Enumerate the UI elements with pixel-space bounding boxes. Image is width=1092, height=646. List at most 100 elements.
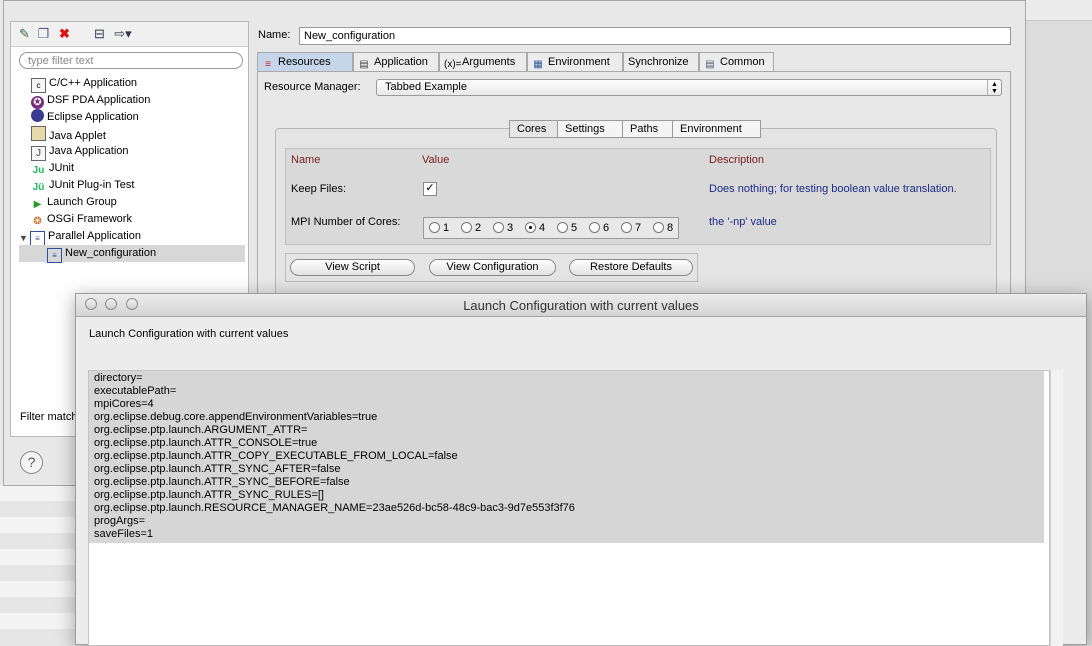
delete-icon[interactable]: ✖ <box>56 25 73 42</box>
config-line: org.eclipse.ptp.launch.ATTR_SYNC_BEFORE=… <box>94 476 350 488</box>
core-option-label: 7 <box>635 222 642 234</box>
subtab-environment[interactable]: Environment <box>672 120 761 138</box>
tab-arguments[interactable]: (x)=Arguments <box>439 52 527 71</box>
config-line: saveFiles=1 <box>94 528 154 540</box>
name-field[interactable]: New_configuration <box>299 27 1011 45</box>
tree-item-label: Parallel Application <box>48 230 141 242</box>
tab-label: Common <box>720 56 765 68</box>
subtab-paths[interactable]: Paths <box>622 120 673 138</box>
dialog-title: Launch Configuration with current values <box>463 298 699 313</box>
tab-environment[interactable]: ▦ Environment <box>527 52 623 71</box>
tab-label: Application <box>374 56 428 68</box>
c-app-icon: c <box>31 78 46 93</box>
column-header-value: Value <box>422 154 450 166</box>
column-header-name: Name <box>291 154 321 166</box>
tree-item-junit-plugin-test[interactable]: Jü JUnit Plug-in Test <box>31 177 135 194</box>
core-radio-6[interactable] <box>589 222 600 233</box>
tab-application[interactable]: ▤ Application <box>353 52 439 71</box>
config-line: org.eclipse.ptp.launch.ATTR_SYNC_AFTER=f… <box>94 463 341 475</box>
tab-common[interactable]: ▤ Common <box>699 52 774 71</box>
dialog-message: Launch Configuration with current values <box>89 328 289 340</box>
core-option-label: 5 <box>571 222 578 234</box>
eclipse-icon <box>31 109 44 122</box>
osgi-icon: ❂ <box>33 216 42 227</box>
core-option-label: 3 <box>507 222 514 234</box>
java-app-icon: J <box>31 146 46 161</box>
tree-item-java-application[interactable]: J Java Application <box>31 143 129 161</box>
config-line: directory= <box>94 372 143 384</box>
core-radio-5[interactable] <box>557 222 568 233</box>
vertical-scrollbar[interactable] <box>1050 370 1063 646</box>
config-values-text[interactable]: directory= executablePath= mpiCores=4 or… <box>88 370 1050 646</box>
restore-defaults-button[interactable]: Restore Defaults <box>569 259 693 276</box>
name-label: Name: <box>258 29 291 41</box>
keep-files-description: Does nothing; for testing boolean value … <box>709 183 957 195</box>
core-radio-7[interactable] <box>621 222 632 233</box>
select-arrows-icon: ▲ ▼ <box>987 80 1001 95</box>
config-line: executablePath= <box>94 385 177 397</box>
config-line: org.eclipse.ptp.launch.ATTR_CONSOLE=true <box>94 437 318 449</box>
help-icon[interactable]: ? <box>20 451 43 474</box>
resources-icon: ≡ <box>265 59 271 70</box>
tree-item-eclipse-application[interactable]: Eclipse Application <box>31 109 139 126</box>
tree-item-label: JUnit Plug-in Test <box>49 179 135 191</box>
tree-item-launch-group[interactable]: ▶ Launch Group <box>31 194 117 211</box>
dialog-titlebar: Launch Configuration with current values <box>76 294 1086 317</box>
tree-item-java-applet[interactable]: Java Applet <box>31 126 106 143</box>
keep-files-label: Keep Files: <box>291 183 347 195</box>
core-radio-8[interactable] <box>653 222 664 233</box>
tree-item-label: JUnit <box>49 162 75 174</box>
tree-item-label: Eclipse Application <box>47 111 139 123</box>
tree-item-new-configuration[interactable]: ≡ New_configuration <box>19 245 245 263</box>
column-header-description: Description <box>709 154 765 166</box>
background-list <box>0 485 75 645</box>
core-option-label: 2 <box>475 222 482 234</box>
keep-files-checkbox[interactable]: ✓ <box>423 182 437 196</box>
parallel-config-icon: ≡ <box>47 248 62 263</box>
tree-item-parallel-application[interactable]: ▼ ≡ Parallel Application <box>19 228 141 246</box>
application-icon: ▤ <box>359 59 369 70</box>
collapse-all-icon[interactable]: ⊟ <box>91 25 108 42</box>
tree-item-label: OSGi Framework <box>47 213 132 225</box>
tree-toolbar: ✎ ❐ ✖ ⊟ ⇨▾ <box>11 22 248 47</box>
duplicate-icon[interactable]: ❐ <box>35 25 52 42</box>
tree-item-label: DSF PDA Application <box>47 94 151 106</box>
core-option-label: 1 <box>443 222 450 234</box>
core-radio-4[interactable] <box>525 222 536 233</box>
core-option-label: 4 <box>539 222 546 234</box>
tree-item-c-cpp-application[interactable]: c C/C++ Application <box>31 75 137 93</box>
tree-item-osgi-framework[interactable]: ❂ OSGi Framework <box>31 211 132 228</box>
config-line: mpiCores=4 <box>94 398 154 410</box>
java-applet-icon <box>31 126 46 141</box>
resource-manager-select[interactable]: Tabbed Example ▲ ▼ <box>376 79 1002 96</box>
filter-menu-icon[interactable]: ⇨▾ <box>111 25 135 42</box>
tab-resources[interactable]: ≡ Resources <box>257 52 353 71</box>
subtab-settings[interactable]: Settings <box>557 120 623 138</box>
expand-arrow-icon[interactable]: ▼ <box>19 232 28 245</box>
mpi-cores-description: the '-np' value <box>709 216 777 228</box>
core-radio-3[interactable] <box>493 222 504 233</box>
view-configuration-button[interactable]: View Configuration <box>429 259 556 276</box>
resource-manager-label: Resource Manager: <box>264 81 361 93</box>
core-option-label: 8 <box>667 222 674 234</box>
core-radio-1[interactable] <box>429 222 440 233</box>
new-config-icon[interactable]: ✎ <box>16 25 33 42</box>
config-line: org.eclipse.debug.core.appendEnvironment… <box>94 411 378 423</box>
filter-input[interactable] <box>19 52 243 69</box>
tab-synchronize[interactable]: Synchronize <box>623 52 699 71</box>
mpi-cores-label: MPI Number of Cores: <box>291 216 401 228</box>
tree-item-label: Java Application <box>49 145 129 157</box>
config-line: org.eclipse.ptp.launch.ATTR_SYNC_RULES=[… <box>94 489 324 501</box>
view-script-button[interactable]: View Script <box>290 259 415 276</box>
config-line: org.eclipse.ptp.launch.ARGUMENT_ATTR= <box>94 424 308 436</box>
tree-item-dsf-pda-application[interactable]: ✪ DSF PDA Application <box>31 92 150 109</box>
subtab-cores[interactable]: Cores <box>509 120 558 138</box>
resource-manager-value: Tabbed Example <box>385 81 467 93</box>
tree-item-junit[interactable]: Ju JUnit <box>31 160 74 177</box>
config-line: org.eclipse.ptp.launch.ATTR_COPY_EXECUTA… <box>94 450 458 462</box>
tree-item-label: New_configuration <box>65 247 157 259</box>
tab-label: Resources <box>278 56 331 68</box>
tab-label: Synchronize <box>628 56 689 68</box>
core-radio-2[interactable] <box>461 222 472 233</box>
mpi-cores-radio-group: 1 2 3 4 5 6 7 8 <box>423 217 679 239</box>
